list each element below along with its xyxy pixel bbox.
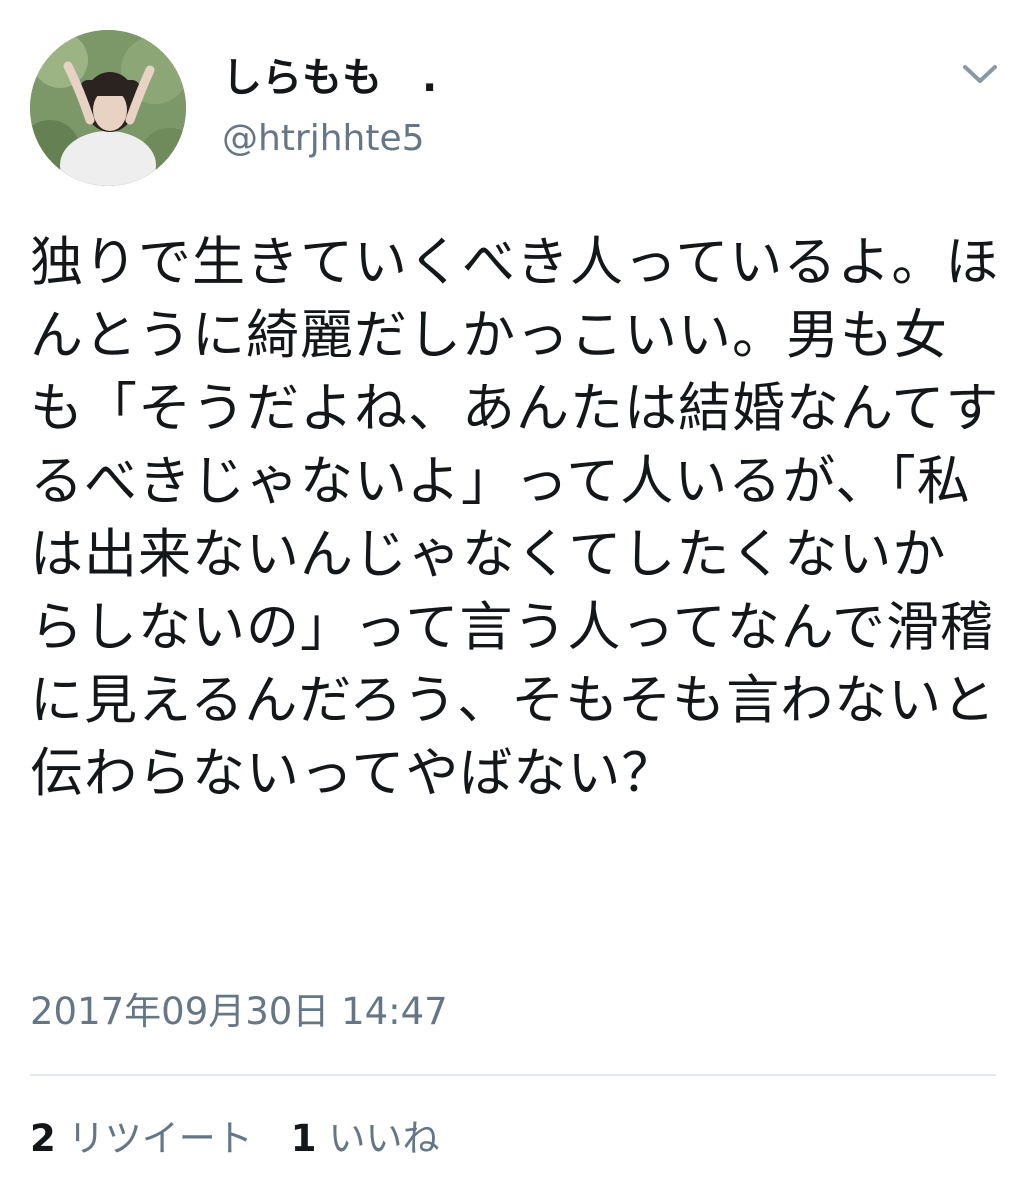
like-stat[interactable]: 1 いいね	[291, 1112, 440, 1166]
display-name[interactable]: しらもも .	[222, 50, 437, 106]
like-label: いいね	[328, 1117, 440, 1160]
divider	[30, 1074, 996, 1076]
tweet-text: 独りで生きていくべき人っているよ。ほんとうに綺麗だしかっこいい。男も女も「そうだ…	[30, 232, 1000, 804]
retweet-label: リツイート	[67, 1117, 253, 1160]
tweet-timestamp[interactable]: 2017年09月30日 14:47	[30, 986, 448, 1038]
avatar[interactable]	[30, 30, 186, 186]
retweet-count: 2	[30, 1117, 56, 1160]
screen-name[interactable]: @htrjhhte5	[222, 114, 425, 164]
like-count: 1	[290, 1117, 317, 1160]
chevron-down-icon	[963, 65, 997, 83]
tweet-card: しらもも . @htrjhhte5 独りで生きていくべき人っているよ。ほんとうに…	[0, 0, 1029, 1200]
tweet-menu-button[interactable]	[958, 56, 1002, 92]
profile-photo	[30, 30, 186, 186]
tweet-stats: 2 リツイート 1 いいね	[30, 1112, 478, 1166]
retweet-stat[interactable]: 2 リツイート	[30, 1112, 253, 1166]
